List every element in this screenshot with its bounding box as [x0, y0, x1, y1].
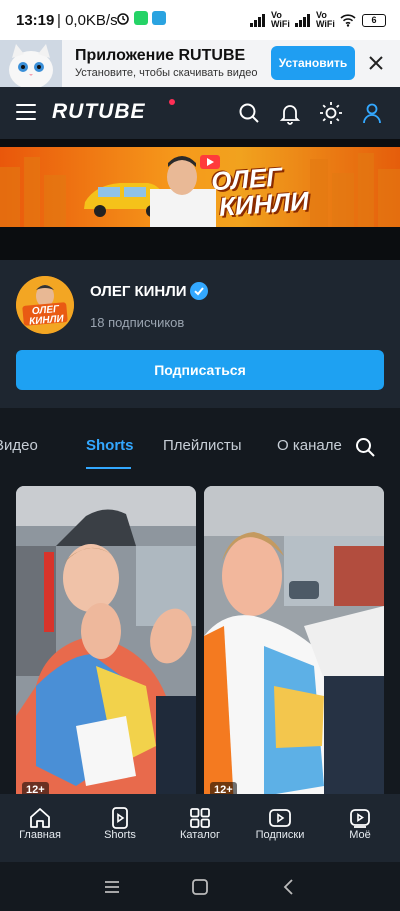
shorts-icon: [112, 807, 128, 829]
nav-subscriptions[interactable]: Подписки: [240, 794, 320, 862]
theme-sun-icon[interactable]: [319, 101, 343, 125]
site-header: RUTUBE: [0, 87, 400, 139]
tab-about[interactable]: О канале: [277, 437, 342, 454]
telegram-icon: [152, 11, 166, 25]
shorts-grid: 12+ 12+: [0, 474, 400, 794]
alarm-icon: [117, 13, 129, 25]
status-bar: 13:19 | 0,0KB/s Vo WiFi Vo WiFi 6: [0, 0, 400, 40]
bell-icon[interactable]: [278, 101, 302, 125]
status-speed: | 0,0KB/s: [57, 12, 118, 29]
back-icon[interactable]: [279, 877, 299, 897]
install-button[interactable]: Установить: [271, 46, 355, 80]
home-button-icon[interactable]: [190, 877, 210, 897]
signal-icon-2: [295, 13, 310, 27]
banner-subtitle: Установите, чтобы скачивать видео: [75, 67, 258, 79]
channel-tabs: Видео Shorts Плейлисты О канале: [0, 408, 400, 474]
nav-my[interactable]: Моё: [320, 794, 400, 862]
rutube-logo[interactable]: RUTUBE: [52, 100, 146, 124]
channel-search-icon[interactable]: [354, 436, 376, 458]
cover-banner: ОЛЕГ КИНЛИ: [0, 147, 400, 227]
status-time: 13:19: [16, 12, 55, 29]
banner-cat-image: [0, 40, 62, 87]
active-tab-indicator: [86, 467, 131, 469]
short-thumbnail[interactable]: 12+: [16, 486, 196, 794]
system-navigation-bar: [0, 862, 400, 911]
channel-cover: ОЛЕГ КИНЛИ: [0, 139, 400, 260]
vowifi-label-1: Vo WiFi: [271, 10, 290, 29]
logo-dot: [169, 99, 175, 105]
subscriptions-icon: [269, 809, 291, 827]
nav-shorts[interactable]: Shorts: [80, 794, 160, 862]
search-icon[interactable]: [237, 101, 261, 125]
vowifi-label-2: Vo WiFi: [316, 10, 335, 29]
channel-info: ОЛЕГ КИНЛИ ОЛЕГ КИНЛИ 18 подписчиков Под…: [0, 260, 400, 408]
signal-icon: [250, 13, 265, 27]
channel-name: ОЛЕГ КИНЛИ: [90, 283, 187, 300]
battery-icon: 6: [362, 13, 386, 27]
age-rating-badge: 12+: [22, 782, 49, 794]
close-icon[interactable]: [366, 53, 386, 73]
tab-playlists[interactable]: Плейлисты: [163, 437, 242, 454]
tab-shorts[interactable]: Shorts: [86, 437, 134, 454]
app-install-banner: Приложение RUTUBE Установите, чтобы скач…: [0, 40, 400, 87]
bottom-navigation: Главная Shorts Каталог Подписки Моё: [0, 794, 400, 862]
notification-icons: [116, 11, 166, 25]
banner-title: Приложение RUTUBE: [75, 47, 246, 64]
status-right: Vo WiFi Vo WiFi 6: [250, 11, 386, 29]
short-thumbnail[interactable]: 12+: [204, 486, 384, 794]
home-icon: [30, 808, 50, 828]
catalog-icon: [190, 808, 210, 828]
subscriber-count: 18 подписчиков: [90, 315, 185, 330]
age-rating-badge: 12+: [210, 782, 237, 794]
subscribe-button[interactable]: Подписаться: [16, 350, 384, 390]
my-icon: [350, 809, 370, 828]
tab-videos[interactable]: Видео: [0, 437, 38, 454]
verified-icon: [190, 282, 208, 300]
nav-home[interactable]: Главная: [0, 794, 80, 862]
whatsapp-icon: [134, 11, 148, 25]
menu-icon[interactable]: [16, 104, 36, 122]
avatar-text: ОЛЕГ КИНЛИ: [28, 303, 65, 328]
nav-catalog[interactable]: Каталог: [160, 794, 240, 862]
cover-title: ОЛЕГ КИНЛИ: [210, 161, 310, 222]
wifi-icon: [340, 13, 356, 27]
channel-avatar[interactable]: ОЛЕГ КИНЛИ: [16, 276, 74, 334]
user-profile-icon[interactable]: [360, 101, 384, 125]
recent-apps-icon[interactable]: [102, 877, 122, 897]
